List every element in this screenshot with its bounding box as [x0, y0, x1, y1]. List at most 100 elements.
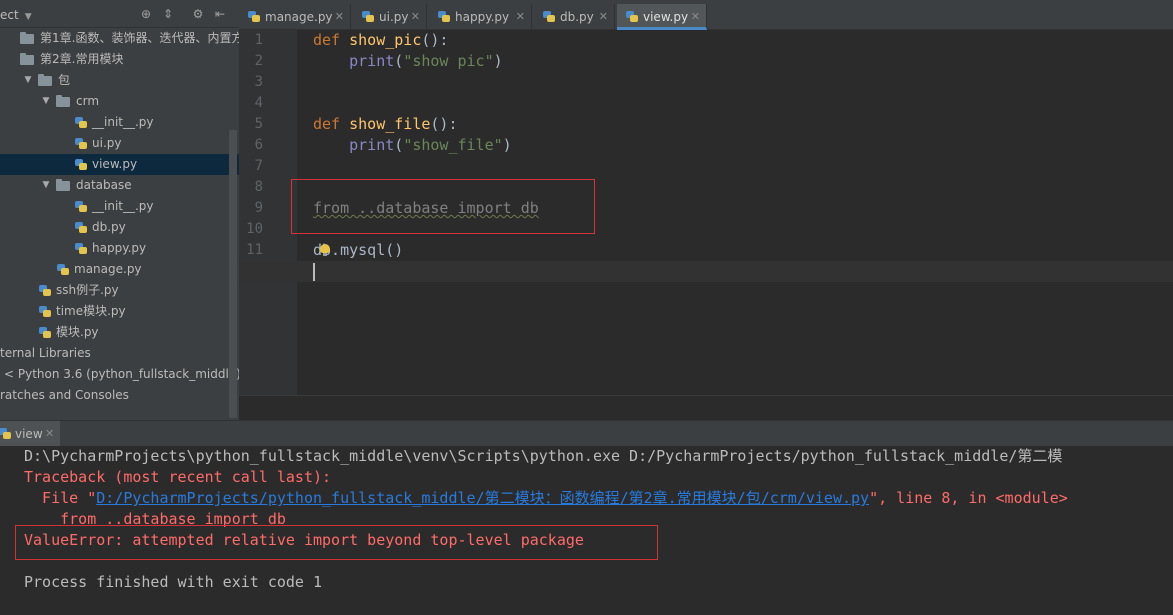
tree-item-label: 第2章.常用模块 — [40, 52, 124, 66]
tree-item[interactable]: happy.py — [0, 238, 239, 259]
tree-item[interactable]: ssh例子.py — [0, 280, 239, 301]
editor-tab[interactable]: view.py ✕ — [617, 4, 707, 30]
tree-item[interactable]: time模块.py — [0, 301, 239, 322]
close-icon[interactable]: ✕ — [411, 4, 420, 30]
code-token: def — [313, 115, 350, 133]
console-line: File "D:/PycharmProjects/python_fullstac… — [24, 488, 1068, 509]
python-file-icon — [74, 158, 88, 172]
console-file-link[interactable]: D:/PycharmProjects/python_fullstack_midd… — [96, 489, 869, 507]
line-number: 8 — [254, 179, 263, 195]
tree-folder-item[interactable]: ▼ crm — [0, 91, 239, 112]
expand-arrow-icon[interactable]: ▼ — [22, 70, 34, 91]
code-token: (): — [430, 115, 458, 133]
console-text: File " — [24, 489, 97, 507]
python-file-icon — [361, 10, 375, 24]
code-token: "show_file" — [403, 136, 503, 154]
line-number: 6 — [254, 137, 263, 153]
console-text: Process finished with exit code 1 — [24, 573, 323, 591]
editor-tab[interactable]: manage.py ✕ — [239, 4, 351, 30]
console-text: Traceback (most recent call last): — [24, 468, 332, 486]
code-token: show_pic — [349, 31, 422, 49]
python-file-icon — [74, 137, 88, 151]
tree-item[interactable]: 模块.py — [0, 322, 239, 343]
line-number: 7 — [254, 158, 263, 174]
tree-folder-item[interactable]: 第1章.函数、装饰器、迭代器、内置方法 — [0, 28, 239, 49]
close-icon[interactable]: ✕ — [45, 421, 54, 447]
code-line: def show_pic(): — [313, 30, 448, 51]
tree-item-label: < Python 3.6 (python_fullstack_middle) > — [4, 367, 239, 381]
tree-item-label: time模块.py — [56, 304, 126, 318]
scrollbar[interactable] — [229, 130, 237, 418]
tree-item[interactable]: ratches and Consoles — [0, 385, 239, 406]
editor-tab-label: ui.py — [379, 10, 409, 24]
gear-icon[interactable]: ⚙ — [190, 6, 206, 22]
tree-item-label: manage.py — [74, 262, 142, 276]
folder-icon — [56, 179, 70, 191]
tree-item[interactable]: manage.py — [0, 259, 239, 280]
editor-tab[interactable]: ui.py ✕ — [353, 4, 427, 30]
close-icon[interactable]: ✕ — [335, 4, 344, 30]
python-file-icon — [437, 10, 451, 24]
code-token: show_file — [349, 115, 431, 133]
editor-tab[interactable]: db.py ✕ — [534, 4, 615, 30]
line-number: 10 — [246, 221, 263, 237]
editor-tab-label: happy.py — [455, 10, 510, 24]
tree-item[interactable]: __init__.py — [0, 112, 239, 133]
code-line: def show_file(): — [313, 114, 458, 135]
line-number: 3 — [254, 74, 263, 90]
tree-item[interactable]: ternal Libraries — [0, 343, 239, 364]
tree-item-label: database — [76, 178, 132, 192]
console-text: ", line 8, in <module> — [869, 489, 1068, 507]
folder-icon — [56, 95, 70, 107]
tree-folder-item[interactable]: 第2章.常用模块 — [0, 49, 239, 70]
python-file-icon — [74, 242, 88, 256]
tree-item[interactable]: ui.py — [0, 133, 239, 154]
close-icon[interactable]: ✕ — [516, 4, 525, 30]
console-line: D:\PycharmProjects\python_fullstack_midd… — [24, 446, 1062, 467]
line-number: 5 — [254, 116, 263, 132]
python-file-icon — [625, 10, 639, 24]
editor-tab[interactable]: happy.py ✕ — [429, 4, 532, 30]
collapse-all-icon[interactable]: ⇕ — [160, 6, 176, 22]
tree-item-label: 第1章.函数、装饰器、迭代器、内置方法 — [40, 31, 239, 45]
python-file-icon — [38, 284, 52, 298]
tree-item-label: ui.py — [92, 136, 122, 150]
tree-folder-item[interactable]: ▼ 包 — [0, 70, 239, 91]
project-view-label: ect — [0, 8, 19, 22]
tree-item[interactable]: db.py — [0, 217, 239, 238]
tree-folder-item[interactable]: ▼ database — [0, 175, 239, 196]
tree-item[interactable]: view.py — [0, 154, 239, 175]
locate-file-icon[interactable]: ⊕ — [138, 6, 154, 22]
code-token: "show pic" — [403, 52, 494, 70]
expand-arrow-icon[interactable]: ▼ — [40, 91, 52, 112]
tree-item[interactable]: __init__.py — [0, 196, 239, 217]
code-token: print — [349, 136, 395, 154]
line-number: 4 — [254, 95, 263, 111]
code-token: print — [349, 52, 395, 70]
expand-arrow-icon[interactable]: ▼ — [40, 175, 52, 196]
editor-tab-bar: manage.py ✕ ui.py ✕ happy.py ✕ db.py ✕ view.py ✕ — [239, 0, 1173, 30]
tree-item-label: happy.py — [92, 241, 147, 255]
editor-bottom-area — [239, 395, 1173, 420]
code-line: print("show pic") — [313, 51, 503, 72]
close-icon[interactable]: ✕ — [691, 4, 700, 30]
line-number: 9 — [254, 200, 263, 216]
lightbulb-icon[interactable] — [320, 244, 330, 256]
tree-item[interactable]: < Python 3.6 (python_fullstack_middle) > — [0, 364, 239, 385]
python-file-icon — [74, 116, 88, 130]
tree-item-label: 包 — [58, 73, 71, 87]
line-number-gutter: 123456789101112 — [239, 30, 309, 395]
hide-panel-icon[interactable]: ⇤ — [212, 6, 228, 22]
tree-item-label: crm — [76, 94, 100, 108]
close-icon[interactable]: ✕ — [599, 4, 608, 30]
code-token: ( — [394, 136, 404, 154]
project-view-selector[interactable]: ect ▼ — [0, 8, 32, 22]
line-number: 11 — [246, 242, 263, 258]
tree-item-label: db.py — [92, 220, 126, 234]
run-tab[interactable]: view ✕ — [0, 421, 60, 447]
chevron-down-icon: ▼ — [24, 12, 32, 22]
project-panel: ect ▼ ⊕ ⇕ ⚙ ⇤ 第1章.函数、装饰器、迭代器、内置方法 第2章.常用模块… — [0, 0, 239, 420]
error-highlight-box — [15, 525, 658, 560]
tree-item-label: __init__.py — [92, 199, 154, 213]
